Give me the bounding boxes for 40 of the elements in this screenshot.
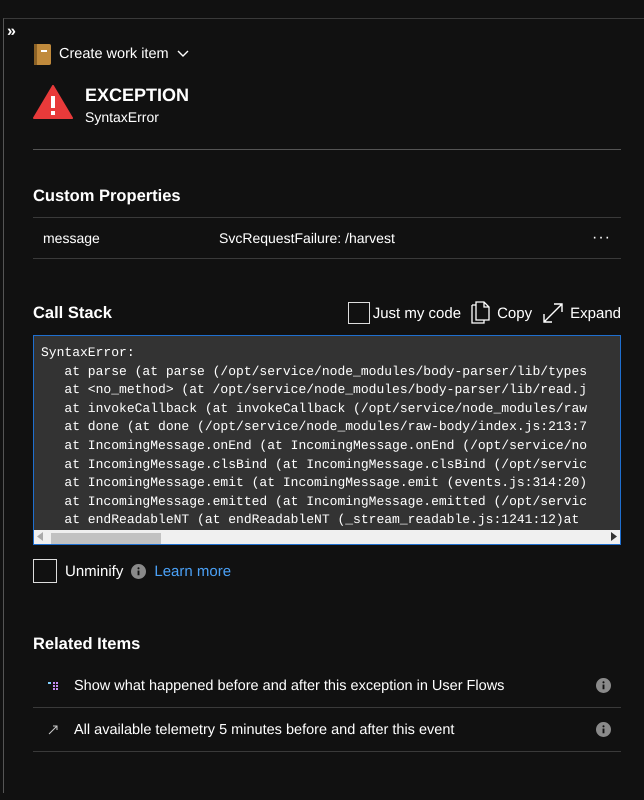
property-key: message: [43, 230, 219, 246]
info-icon[interactable]: [131, 564, 146, 578]
section-title: Custom Properties: [33, 187, 182, 206]
expand-button[interactable]: Expand: [542, 302, 621, 324]
stack-line: at endReadableNT (at endReadableNT (_stream_readable.js:1241:12)at: [63, 511, 580, 530]
exception-title: EXCEPTION: [85, 85, 190, 106]
unminify-checkbox[interactable]: [33, 559, 57, 583]
related-item-link[interactable]: All available telemetry 5 minutes before and after this event: [74, 722, 596, 738]
learn-more-link[interactable]: Learn more: [154, 562, 232, 580]
stack-line: at IncomingMessage.clsBind (at IncomingMessage.clsBind (/opt/servic: [63, 456, 588, 474]
unminify-label: Unminify: [65, 562, 124, 580]
info-icon[interactable]: [596, 722, 611, 737]
related-item-link[interactable]: Show what happened before and after this exception in User Flows: [74, 678, 596, 694]
just-my-code-checkbox[interactable]: Just my code: [348, 302, 462, 324]
stack-line: at IncomingMessage.emit (at IncomingMessage.emit (events.js:314:20): [63, 474, 588, 492]
flow-icon: [48, 682, 58, 690]
property-value: SvcRequestFailure: /harvest: [219, 230, 396, 246]
stack-line: at IncomingMessage.onEnd (at IncomingMessage.onEnd (/opt/service/no: [63, 436, 588, 455]
copy-button[interactable]: Copy: [471, 301, 532, 325]
create-work-item-button[interactable]: Create work item: [33, 44, 189, 64]
expand-icon: [542, 302, 564, 324]
section-title: Call Stack: [33, 304, 113, 322]
stack-line: SyntaxError:: [41, 344, 135, 362]
section-title: Related Items: [33, 635, 142, 654]
copy-icon: [471, 301, 492, 325]
scroll-right-icon[interactable]: [611, 532, 617, 542]
stack-line: at done (at done (/opt/service/node_modules/raw-body/index.js:213:7: [63, 418, 588, 436]
stack-line: at invokeCallback (at invokeCallback (/opt/service/node_modules/raw: [63, 400, 588, 418]
notebook-icon: [33, 44, 51, 64]
exception-type: SyntaxError: [85, 109, 160, 125]
stack-line: at IncomingMessage.emitted (at IncomingMessage.emitted (/opt/servic: [63, 492, 588, 511]
warning-icon: [33, 85, 73, 119]
more-button[interactable]: ···: [592, 229, 611, 247]
stack-line: at parse (at parse (/opt/service/node_modules/body-parser/lib/types: [63, 362, 588, 381]
stack-line: at <no_method> (at /opt/service/node_modules/body-parser/lib/read.j: [63, 381, 588, 400]
arrow-icon: [48, 724, 58, 734]
checkbox-box[interactable]: [348, 302, 370, 324]
info-icon[interactable]: [596, 678, 611, 693]
chevron-down-icon: [176, 50, 189, 58]
collapse-button[interactable]: »: [7, 23, 16, 41]
